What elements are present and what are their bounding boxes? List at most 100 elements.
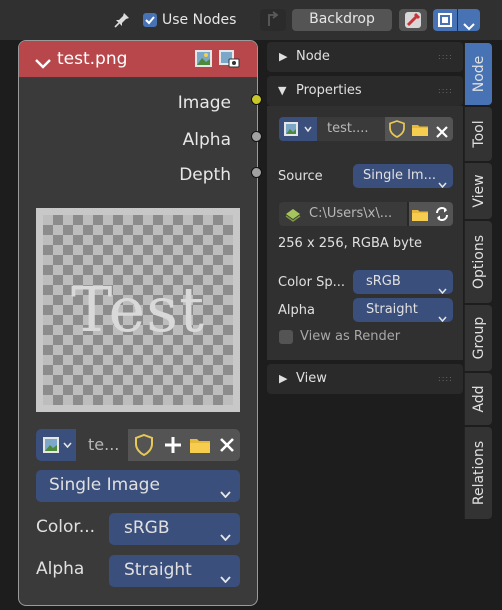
shield-icon — [134, 433, 154, 460]
image-node-type-icon — [218, 49, 240, 68]
view-section-header[interactable]: ▶ View :::: — [267, 364, 463, 394]
tab-node[interactable]: Node — [464, 43, 492, 105]
tab-options[interactable]: Options — [464, 221, 492, 303]
panel-unlink-image-button[interactable] — [431, 117, 453, 141]
panel-color-space-label: Color Sp... — [278, 275, 345, 290]
backdrop-label: Backdrop — [309, 11, 375, 27]
browse-image-button[interactable] — [36, 429, 76, 461]
channels-dropdown[interactable] — [458, 9, 480, 31]
chevron-down-icon — [438, 279, 447, 298]
panel-alpha-dropdown[interactable]: Straight — [353, 298, 453, 323]
reload-button[interactable] — [431, 202, 453, 226]
node-section-header[interactable]: ▶ Node :::: — [267, 42, 463, 72]
fake-user-button[interactable] — [128, 429, 160, 461]
depth-output-socket[interactable] — [251, 167, 262, 178]
checkerboard: Test — [43, 215, 233, 405]
image-name-field[interactable]: te... — [76, 429, 128, 461]
source-value: Single Image — [49, 475, 160, 495]
image-info: 256 x 256, RGBA byte — [278, 236, 422, 251]
node-header[interactable]: test.png — [19, 41, 257, 78]
output-image-label: Image — [177, 93, 231, 113]
panel-source-value: Single Im... — [363, 168, 436, 183]
pin-icon[interactable] — [113, 11, 131, 29]
folder-icon — [411, 207, 429, 226]
channels-button[interactable] — [433, 9, 457, 31]
use-nodes-checkbox[interactable] — [143, 13, 157, 27]
filepath-row: C:\Users\x\... — [279, 202, 453, 226]
tab-group[interactable]: Group — [464, 305, 492, 371]
use-nodes-label: Use Nodes — [162, 12, 237, 28]
source-dropdown[interactable]: Single Image — [36, 470, 240, 502]
tab-relations[interactable]: Relations — [464, 427, 492, 519]
view-section-label: View — [296, 371, 327, 386]
shield-icon — [389, 120, 405, 142]
tab-tool-label: Tool — [470, 120, 487, 148]
tab-view-label: View — [470, 174, 487, 208]
drag-handle-icon[interactable]: :::: — [438, 86, 453, 95]
chevron-down-icon — [220, 483, 231, 502]
view-as-render-label: View as Render — [300, 329, 401, 344]
node-editor-header: Use Nodes Backdrop — [0, 0, 502, 40]
tab-options-label: Options — [470, 234, 487, 290]
panel-color-space-dropdown[interactable]: sRGB — [353, 270, 453, 295]
tab-add-label: Add — [470, 385, 487, 413]
open-image-button[interactable] — [186, 429, 214, 461]
parent-node-tree-button[interactable] — [260, 9, 286, 31]
expand-right-icon: ▶ — [279, 50, 288, 63]
color-space-label: Color... — [36, 517, 96, 537]
output-alpha-label: Alpha — [182, 130, 231, 150]
filepath-value: C:\Users\x\... — [309, 206, 393, 221]
folder-icon — [411, 122, 429, 141]
folder-icon — [189, 436, 211, 458]
tab-view[interactable]: View — [464, 163, 492, 219]
image-preview: Test — [36, 208, 240, 412]
alpha-output-socket[interactable] — [251, 131, 262, 142]
image-icon — [194, 49, 213, 68]
backdrop-button[interactable]: Backdrop — [292, 9, 392, 31]
properties-body: test.... Source Single Im... C:\Users\x\… — [267, 106, 463, 360]
panel-image-datablock-row: test.... — [279, 117, 453, 141]
image-node[interactable]: test.png Image Alpha Depth Test te... Si… — [18, 40, 258, 606]
filepath-field[interactable]: C:\Users\x\... — [279, 202, 407, 226]
browse-filepath-button[interactable] — [409, 202, 431, 226]
panel-alpha-value: Straight — [366, 302, 418, 317]
panel-source-dropdown[interactable]: Single Im... — [353, 164, 453, 189]
panel-fake-user-button[interactable] — [385, 117, 409, 141]
properties-section-label: Properties — [296, 83, 362, 98]
chevron-down-icon — [220, 526, 231, 545]
panel-image-name: test.... — [327, 121, 369, 136]
tab-node-label: Node — [470, 55, 487, 93]
close-icon — [436, 123, 448, 142]
tab-group-label: Group — [470, 316, 487, 360]
tab-relations-label: Relations — [470, 440, 487, 506]
image-name: te... — [88, 435, 120, 454]
view-as-render-checkbox[interactable] — [279, 330, 293, 344]
collapse-chevron-icon[interactable] — [35, 54, 51, 73]
file-icon — [285, 207, 301, 226]
drag-handle-icon[interactable]: :::: — [438, 374, 453, 383]
expand-down-icon: ▼ — [278, 84, 287, 97]
color-space-value: sRGB — [124, 518, 170, 538]
image-datablock-row: te... — [36, 429, 240, 461]
panel-image-name-field[interactable]: test.... — [317, 117, 385, 141]
close-icon — [219, 437, 235, 457]
alpha-dropdown[interactable]: Straight — [109, 555, 240, 587]
node-section-label: Node — [296, 49, 330, 64]
eyedropper-button[interactable] — [399, 9, 427, 31]
tab-add[interactable]: Add — [464, 373, 492, 425]
unlink-image-button[interactable] — [214, 429, 240, 461]
sidebar-panel: ▶ Node :::: ▼ Properties :::: test.... S… — [267, 40, 463, 396]
panel-open-image-button[interactable] — [409, 117, 431, 141]
properties-section-header[interactable]: ▼ Properties :::: — [267, 76, 463, 106]
panel-browse-image-button[interactable] — [279, 117, 317, 141]
new-image-button[interactable] — [160, 429, 186, 461]
image-output-socket[interactable] — [251, 94, 262, 105]
reload-icon — [434, 206, 450, 226]
color-space-dropdown[interactable]: sRGB — [109, 513, 240, 545]
drag-handle-icon[interactable]: :::: — [438, 52, 453, 61]
alpha-value: Straight — [124, 560, 192, 580]
tab-tool[interactable]: Tool — [464, 107, 492, 161]
expand-right-icon: ▶ — [279, 372, 288, 385]
alpha-label: Alpha — [36, 559, 85, 579]
plus-icon — [164, 436, 182, 458]
